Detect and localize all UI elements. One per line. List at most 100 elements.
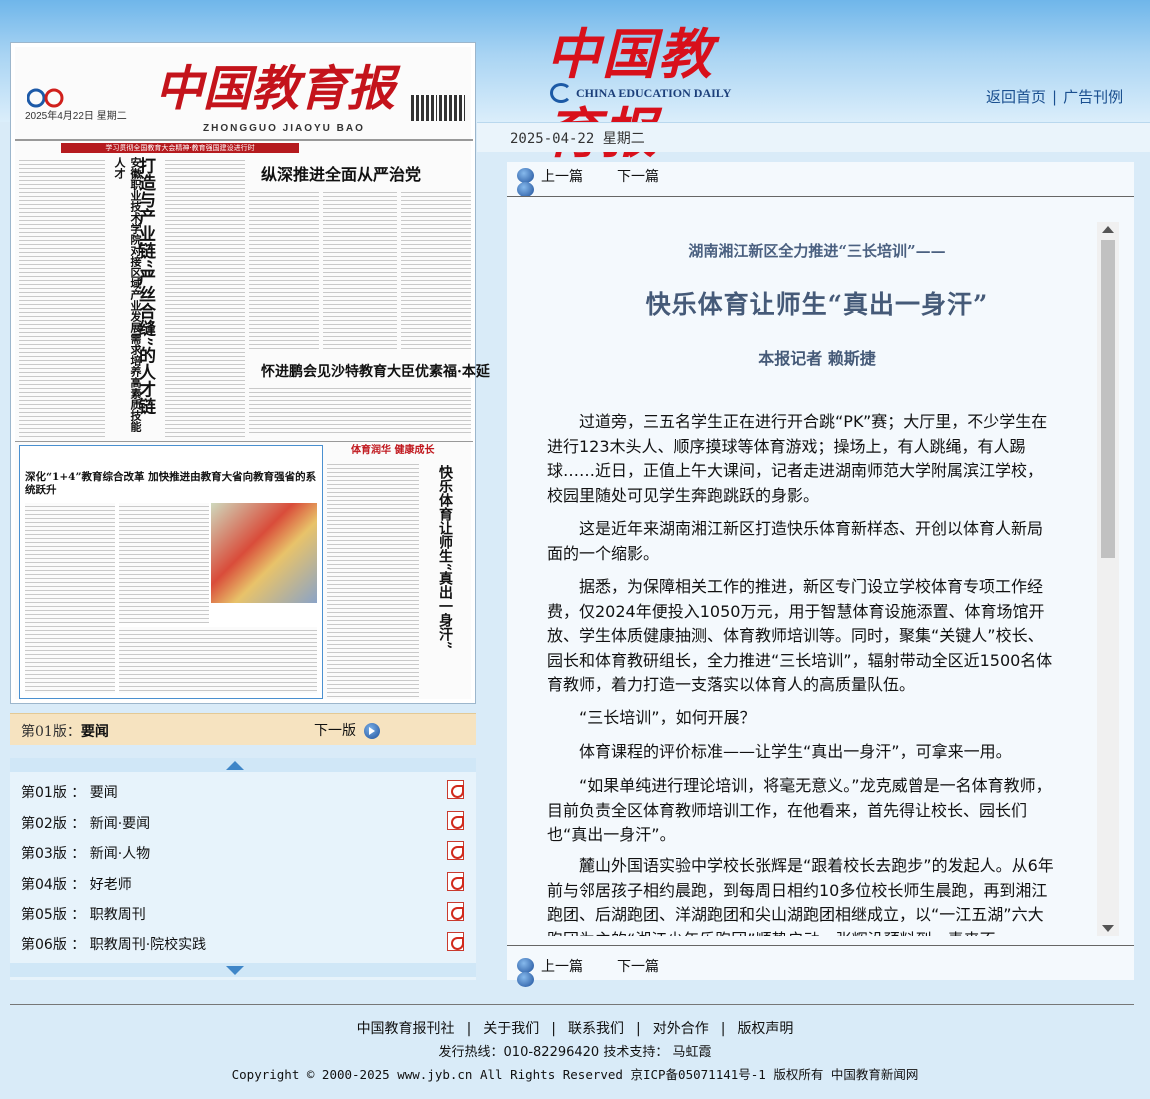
footer-link-about[interactable]: 关于我们 bbox=[483, 1021, 539, 1037]
text-column bbox=[165, 157, 245, 437]
newspaper-banner-text: 学习贯彻全国教育大会精神·教育强国建设进行时 bbox=[105, 144, 255, 152]
headline-feature: 深化“1+4”教育综合改革 加快推进由教育大省向教育强省的系统跃升 bbox=[25, 471, 317, 496]
article-nav-bottom: 上一篇 下一篇 bbox=[517, 952, 1117, 987]
newspaper-page-image[interactable]: 中国教育报 ZHONGGUO JIAOYU BAO 2025年4月22日 星期二… bbox=[10, 42, 490, 704]
next-edition-arrow-icon[interactable] bbox=[364, 723, 380, 739]
edition-item[interactable]: 第03版 ： 新闻·人物 bbox=[10, 837, 476, 867]
scroll-up-arrow-icon[interactable] bbox=[1102, 226, 1114, 233]
logo-emblem-icon bbox=[550, 83, 572, 103]
header-link-separator: | bbox=[1052, 88, 1058, 106]
current-edition-name: 要闻 bbox=[80, 724, 109, 740]
text-column bbox=[25, 503, 115, 693]
edition-item[interactable]: 第04版 ： 好老师 bbox=[10, 868, 476, 898]
pdf-icon[interactable] bbox=[447, 872, 464, 891]
next-article-link[interactable]: 下一篇 bbox=[617, 956, 659, 976]
list-scroll-down[interactable] bbox=[10, 963, 476, 977]
pdf-icon[interactable] bbox=[447, 811, 464, 830]
prev-article-link[interactable]: 上一篇 bbox=[541, 166, 583, 186]
next-article-link[interactable]: 下一篇 bbox=[617, 166, 659, 186]
home-link[interactable]: 返回首页 bbox=[986, 88, 1046, 106]
text-column bbox=[323, 189, 397, 349]
section-tag: 体育润华 健康成长 bbox=[351, 445, 435, 456]
article-paragraph: 麓山外国语实验中学校长张辉是“跟着校长去跑步”的发起人。从6年前与邻居孩子相约晨… bbox=[547, 856, 1054, 936]
article-body[interactable]: 湖南湘江新区全力推进“三长培训”—— 快乐体育让师生“真出一身汗” 本报记者 赖… bbox=[537, 222, 1097, 936]
footer-link-contact[interactable]: 联系我们 bbox=[568, 1021, 624, 1037]
article-paragraph: 体育课程的评价标准——让学生“真出一身汗”，可拿来一用。 bbox=[579, 742, 1012, 761]
newspaper-pinyin: ZHONGGUO JIAOYU BAO bbox=[203, 123, 365, 134]
date-bar: 2025-04-22 星期二 bbox=[477, 122, 1150, 152]
list-scroll-up[interactable] bbox=[10, 758, 476, 772]
current-edition-number: 第01版： bbox=[21, 724, 81, 740]
newspaper-page-content: 中国教育报 ZHONGGUO JIAOYU BAO 2025年4月22日 星期二… bbox=[15, 47, 490, 699]
text-column bbox=[249, 385, 471, 435]
article-nav-divider bbox=[507, 196, 1134, 197]
footer-link-agency[interactable]: 中国教育报刊社 bbox=[357, 1021, 455, 1037]
footer-copyright: Copyright © 2000-2025 www.jyb.cn All Rig… bbox=[231, 1067, 919, 1082]
footer-link-cooperation[interactable]: 对外合作 bbox=[653, 1021, 709, 1037]
article-author: 本报记者 赖斯捷 bbox=[758, 349, 876, 368]
footer-separator: | bbox=[636, 1021, 641, 1037]
pdf-icon[interactable] bbox=[447, 841, 464, 860]
pdf-icon[interactable] bbox=[447, 932, 464, 951]
article-paragraph: 这是近年来湖南湘江新区打造快乐体育新样态、开创以体育人新局面的一个缩影。 bbox=[547, 519, 1044, 563]
edition-item-label[interactable]: 第02版 ： 新闻·要闻 bbox=[21, 813, 150, 833]
edition-item[interactable]: 第05版 ： 职教周刊 bbox=[10, 898, 476, 928]
edition-item-label[interactable]: 第06版 ： 职教周刊·院校实践 bbox=[21, 934, 206, 954]
footer-hotline: 发行热线：010-82296420 技术支持： 马虹霞 bbox=[438, 1045, 712, 1060]
newspaper-banner: 学习贯彻全国教育大会精神·教育强国建设进行时 bbox=[61, 143, 299, 153]
footer-link-copyright[interactable]: 版权声明 bbox=[737, 1021, 793, 1037]
footer-separator: | bbox=[466, 1021, 472, 1037]
ad-rates-link[interactable]: 广告刊例 bbox=[1063, 88, 1123, 106]
newspaper-title: 中国教育报 bbox=[155, 61, 396, 117]
footer-separator: | bbox=[551, 1021, 556, 1037]
footer-links: 中国教育报刊社 | 关于我们 | 联系我们 | 对外合作 | 版权声明 bbox=[0, 1018, 1150, 1038]
qr-code-icon bbox=[439, 95, 465, 121]
footer-separator: | bbox=[720, 1021, 726, 1037]
pdf-icon[interactable] bbox=[447, 902, 464, 921]
edition-item[interactable]: 第01版 ： 要闻 bbox=[10, 776, 476, 806]
footer-divider bbox=[10, 1004, 1134, 1005]
qr-code-icon bbox=[411, 95, 437, 121]
text-column bbox=[327, 461, 419, 697]
edition-item[interactable]: 第06版 ： 职教周刊·院校实践 bbox=[10, 928, 476, 958]
edition-list: 第01版 ： 要闻 第02版 ： 新闻·要闻 第03版 ： 新闻·人物 第04版… bbox=[10, 758, 476, 980]
edition-item[interactable]: 第02版 ： 新闻·要闻 bbox=[10, 807, 476, 837]
text-column bbox=[401, 189, 471, 349]
logo-english: CHINA EDUCATION DAILY bbox=[576, 86, 732, 100]
article-title: 快乐体育让师生“真出一身汗” bbox=[645, 290, 989, 319]
issue-date: 2025-04-22 星期二 bbox=[510, 131, 645, 147]
next-edition-link[interactable]: 下一版 bbox=[314, 720, 356, 740]
edition-item-label[interactable]: 第03版 ： 新闻·人物 bbox=[21, 843, 150, 863]
text-column bbox=[19, 157, 105, 437]
article-nav-top: 上一篇 下一篇 bbox=[517, 162, 1117, 197]
headline-top: 纵深推进全面从严治党 bbox=[261, 165, 422, 184]
article-nav-divider bbox=[507, 945, 1134, 946]
article-pretitle: 湖南湘江新区全力推进“三长培训”—— bbox=[688, 242, 946, 260]
article-scrollbar[interactable] bbox=[1097, 222, 1119, 936]
header-links: 返回首页 | 广告刊例 bbox=[986, 86, 1123, 107]
newspaper-logo-mark-icon bbox=[27, 88, 64, 108]
text-column bbox=[119, 503, 209, 623]
site-logo[interactable]: 中国教育报 CHINA EDUCATION DAILY bbox=[546, 10, 762, 165]
edition-bar: 第01版：要闻 下一版 bbox=[10, 713, 476, 745]
pdf-icon[interactable] bbox=[447, 780, 464, 799]
headline-mid: 怀进鹏会见沙特教育大臣优素福·本延 bbox=[261, 364, 490, 380]
article-paragraph: “如果单纯进行理论培训，将毫无意义。”龙克威曾是一名体育教师，目前负责全区体育教… bbox=[547, 776, 1052, 844]
arrow-down-icon bbox=[226, 966, 244, 975]
text-column bbox=[119, 627, 317, 693]
edition-item-label[interactable]: 第05版 ： 职教周刊 bbox=[21, 904, 146, 924]
prev-article-link[interactable]: 上一篇 bbox=[541, 956, 583, 976]
scroll-down-arrow-icon[interactable] bbox=[1102, 925, 1114, 932]
current-edition: 第01版：要闻 bbox=[21, 721, 109, 741]
scrollbar-thumb[interactable] bbox=[1101, 240, 1115, 558]
newspaper-rule bbox=[15, 139, 473, 141]
headline-vertical-sub: 安徽职业技术学院对接区域产业发展需求培养高素质技能人才 bbox=[113, 157, 142, 432]
article-paragraph: “三长培训”，如何开展？ bbox=[579, 708, 756, 727]
edition-item-label[interactable]: 第01版 ： 要闻 bbox=[21, 782, 118, 802]
article-paragraph: 据悉，为保障相关工作的推进，新区专门设立学校体育专项工作经费，仅2024年便投入… bbox=[547, 577, 1053, 694]
newspaper-photo bbox=[211, 503, 317, 603]
headline-right: 快乐体育让师生“真出一身汗” bbox=[437, 465, 453, 650]
article-panel: 上一篇 下一篇 湖南湘江新区全力推进“三长培训”—— 快乐体育让师生“真出一身汗… bbox=[507, 162, 1134, 987]
text-column bbox=[249, 189, 319, 349]
edition-item-label[interactable]: 第04版 ： 好老师 bbox=[21, 874, 132, 894]
